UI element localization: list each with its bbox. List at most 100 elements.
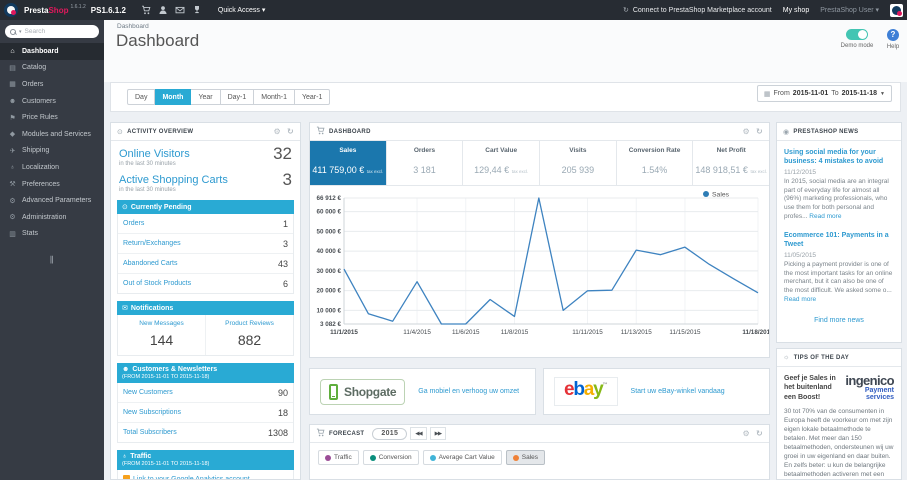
traffic-date-range: (FROM 2015-11-01 TO 2015-11-18) bbox=[122, 461, 210, 467]
sidebar-item-catalog[interactable]: ▤ Catalog bbox=[0, 60, 104, 77]
avatar[interactable] bbox=[890, 3, 903, 17]
search-input[interactable] bbox=[24, 28, 83, 35]
kpi-visits[interactable]: Visits 205 939 bbox=[540, 141, 617, 185]
sales-dot-icon bbox=[512, 454, 519, 461]
price-rules-icon: ⚑ bbox=[9, 114, 16, 122]
shopgate-link[interactable]: Ga mobiel en verhoog uw omzet bbox=[418, 387, 527, 396]
refresh-icon[interactable]: ↻ bbox=[756, 127, 763, 136]
ebay-logo: ebay™ bbox=[554, 377, 618, 406]
sidebar-item-label: Customers bbox=[22, 97, 56, 105]
previous-year-button[interactable]: ◀◀ bbox=[410, 427, 427, 440]
gear-icon[interactable]: ⚙ bbox=[274, 127, 281, 136]
online-visitors-link[interactable]: Online Visitors bbox=[119, 148, 292, 160]
news-article: Ecommerce 101: Payments in a Tweet 11/05… bbox=[784, 231, 894, 304]
new-subscriptions-link[interactable]: New Subscriptions bbox=[123, 409, 181, 416]
marketplace-link-label: Connect to PrestaShop Marketplace accoun… bbox=[632, 7, 772, 14]
marketplace-icon: ↻ bbox=[623, 7, 629, 14]
svg-text:10 000 €: 10 000 € bbox=[316, 307, 341, 314]
abandoned-carts-link[interactable]: Abandoned Carts bbox=[123, 260, 177, 267]
sidebar-item-advanced-parameters[interactable]: ⚙ Advanced Parameters bbox=[0, 192, 104, 209]
table-row: Abandoned Carts 43 bbox=[118, 254, 293, 274]
trophy-icon[interactable] bbox=[189, 1, 206, 19]
orders-icon: ▦ bbox=[9, 81, 16, 89]
shopgate-brand: Shopgate bbox=[344, 384, 397, 399]
refresh-icon[interactable]: ↻ bbox=[287, 127, 294, 136]
sidebar-item-preferences[interactable]: ⚒ Preferences bbox=[0, 176, 104, 193]
quick-access-menu[interactable]: Quick Access ▾ bbox=[218, 6, 265, 14]
out-of-stock-link[interactable]: Out of Stock Products bbox=[123, 280, 191, 287]
kpi-conversion-rate[interactable]: Conversion Rate 1.54% bbox=[617, 141, 694, 185]
sidebar-collapse-button[interactable]: ∥ bbox=[0, 255, 104, 264]
shopgate-banner[interactable]: Shopgate Ga mobiel en verhoog uw omzet bbox=[309, 368, 536, 415]
mail-icon[interactable] bbox=[172, 1, 189, 19]
range-year-button[interactable]: Year bbox=[191, 89, 221, 105]
help-button[interactable]: ? Help bbox=[882, 29, 904, 50]
ebay-banner[interactable]: ebay™ Start uw eBay-winkel vandaag bbox=[543, 368, 770, 415]
demo-mode-toggle[interactable]: Demo mode bbox=[839, 29, 875, 49]
user-menu[interactable]: PrestaShop User ▾ bbox=[820, 6, 879, 14]
sidebar-item-price-rules[interactable]: ⚑ Price Rules bbox=[0, 109, 104, 126]
my-shop-link[interactable]: My shop bbox=[783, 7, 809, 14]
total-subscribers-link[interactable]: Total Subscribers bbox=[123, 429, 177, 436]
toggle-switch[interactable] bbox=[846, 29, 868, 40]
svg-text:66 912 €: 66 912 € bbox=[316, 195, 341, 202]
returns-link[interactable]: Return/Exchanges bbox=[123, 240, 181, 247]
range-day-1-button[interactable]: Day-1 bbox=[220, 89, 255, 105]
table-row: New Customers 90 bbox=[118, 383, 293, 403]
sidebar-item-customers[interactable]: ☻ Customers bbox=[0, 93, 104, 110]
sidebar-item-modules[interactable]: ◆ Modules and Services bbox=[0, 126, 104, 143]
kpi-suffix: tax excl. bbox=[366, 169, 384, 174]
sidebar-search[interactable]: ▾ bbox=[5, 25, 99, 38]
kpi-net-profit[interactable]: Net Profit 148 918,51 € tax excl. bbox=[693, 141, 769, 185]
sidebar-item-shipping[interactable]: ✈ Shipping bbox=[0, 143, 104, 160]
tips-of-the-day-panel: ☼ TIPS OF THE DAY ingenico Payment servi… bbox=[776, 348, 902, 480]
search-scope-chevron-icon[interactable]: ▾ bbox=[19, 29, 22, 35]
read-more-link[interactable]: Read more bbox=[784, 296, 816, 303]
user-icon[interactable] bbox=[155, 1, 172, 19]
range-year-1-button[interactable]: Year-1 bbox=[294, 89, 331, 105]
page-header: Dashboard Dashboard Demo mode ? Help bbox=[104, 20, 907, 82]
range-month-button[interactable]: Month bbox=[155, 89, 192, 105]
news-article-title[interactable]: Using social media for your business: 4 … bbox=[784, 148, 894, 166]
new-customers-link[interactable]: New Customers bbox=[123, 389, 173, 396]
news-article-title[interactable]: Ecommerce 101: Payments in a Tweet bbox=[784, 231, 894, 249]
legend-average-cart-value-button[interactable]: Average Cart Value bbox=[422, 450, 502, 465]
sidebar-item-label: Price Rules bbox=[22, 114, 58, 122]
ebay-letter: e bbox=[564, 379, 575, 400]
new-messages-cell[interactable]: New Messages 144 bbox=[118, 315, 205, 355]
kpi-value: 148 918,51 € bbox=[695, 165, 748, 175]
gear-icon[interactable]: ⚙ bbox=[743, 127, 750, 136]
brand-name: PrestaShop bbox=[24, 6, 68, 15]
date-range-picker[interactable]: ▦ From 2015-11-01 To 2015-11-18 ▼ bbox=[756, 85, 892, 102]
prestashop-logo bbox=[4, 3, 18, 17]
sidebar-item-localization[interactable]: ♁ Localization bbox=[0, 159, 104, 176]
range-month-1-button[interactable]: Month-1 bbox=[254, 89, 295, 105]
sidebar-item-administration[interactable]: ⚙ Administration bbox=[0, 209, 104, 226]
kpi-sales[interactable]: Sales 411 759,00 € tax excl. bbox=[310, 141, 387, 185]
legend-label: Conversion bbox=[378, 454, 412, 461]
marketplace-link[interactable]: ↻ Connect to PrestaShop Marketplace acco… bbox=[623, 6, 772, 14]
cart-icon[interactable] bbox=[138, 1, 155, 19]
range-day-button[interactable]: Day bbox=[127, 89, 156, 105]
legend-conversion-button[interactable]: Conversion bbox=[362, 450, 419, 465]
next-year-button[interactable]: ▶▶ bbox=[429, 427, 447, 440]
gear-icon[interactable]: ⚙ bbox=[743, 429, 750, 438]
sidebar-item-stats[interactable]: ▥ Stats bbox=[0, 226, 104, 243]
find-more-news-link[interactable]: Find more news bbox=[784, 317, 894, 324]
active-carts-link[interactable]: Active Shopping Carts bbox=[119, 174, 292, 186]
legend-traffic-button[interactable]: Traffic bbox=[318, 450, 359, 465]
legend-sales-button[interactable]: Sales bbox=[505, 450, 545, 465]
read-more-link[interactable]: Read more bbox=[809, 213, 841, 220]
sidebar-item-dashboard[interactable]: ⌂ Dashboard bbox=[0, 43, 104, 60]
google-analytics-link[interactable]: Link to your Google Analytics account bbox=[123, 474, 250, 479]
kpi-orders[interactable]: Orders 3 181 bbox=[387, 141, 464, 185]
product-reviews-cell[interactable]: Product Reviews 882 bbox=[205, 315, 293, 355]
ebay-link[interactable]: Start uw eBay-winkel vandaag bbox=[631, 387, 733, 396]
orders-link[interactable]: Orders bbox=[123, 220, 144, 227]
sidebar-item-orders[interactable]: ▦ Orders bbox=[0, 76, 104, 93]
cart-icon bbox=[316, 126, 325, 137]
kpi-cart-value[interactable]: Cart Value 129,44 € tax excl. bbox=[463, 141, 541, 185]
trademark-symbol: ™ bbox=[602, 382, 608, 388]
date-from-value: 2015-11-01 bbox=[792, 90, 829, 97]
refresh-icon[interactable]: ↻ bbox=[756, 429, 763, 438]
